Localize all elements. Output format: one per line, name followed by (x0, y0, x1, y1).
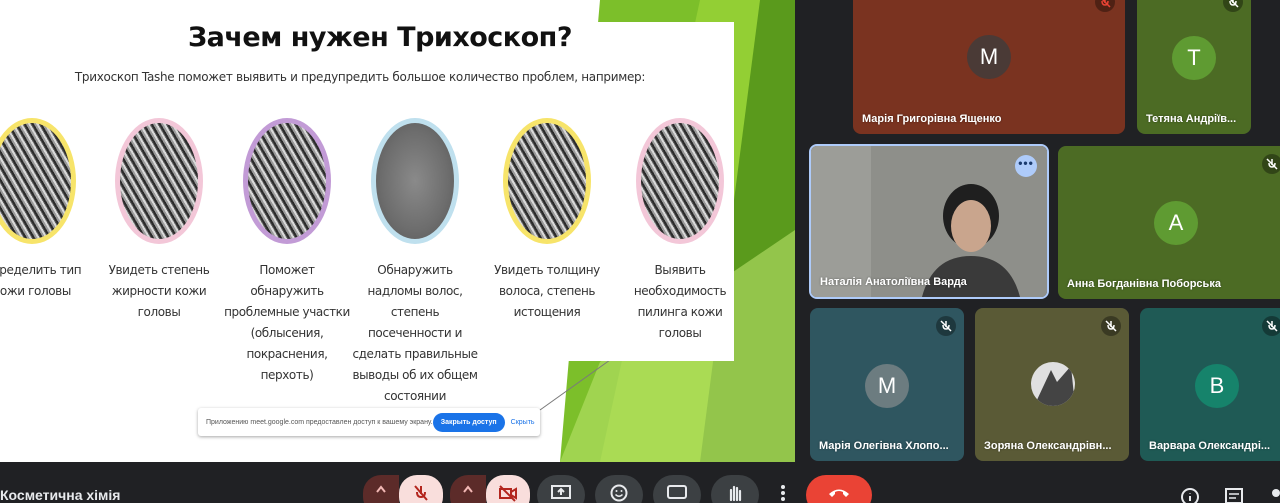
feature-item: Обнаружить надломы волос, степень посече… (350, 118, 480, 407)
trichoscope-image (636, 118, 724, 244)
participant-tile[interactable]: А Анна Богданівна Поборська (1058, 146, 1280, 299)
microphone-toggle-button[interactable] (399, 475, 443, 503)
feature-caption: Увидеть толщину волоса, степень истощени… (494, 263, 600, 319)
captions-button[interactable] (653, 475, 701, 503)
trichoscope-image (503, 118, 591, 244)
avatar: Т (1172, 36, 1216, 80)
feature-caption: Определить тип кожи головы (0, 263, 82, 298)
trichoscope-image (0, 118, 76, 244)
feature-caption: Увидеть степень жирности кожи головы (108, 263, 210, 319)
reactions-button[interactable] (595, 475, 643, 503)
participant-tile[interactable]: М Марія Григорівна Ященко (853, 0, 1125, 134)
present-screen-button[interactable] (537, 475, 585, 503)
chat-icon[interactable] (1224, 487, 1244, 503)
participant-tile[interactable]: Зоряна Олександрівн... (975, 308, 1129, 461)
participant-name: Варвара Олександрі... (1149, 440, 1271, 452)
hang-up-icon (829, 489, 849, 497)
trichoscope-image (243, 118, 331, 244)
participant-name: Наталія Анатоліївна Варда (820, 276, 967, 288)
mic-off-icon (1262, 154, 1280, 174)
hide-notification-link[interactable]: Скрыть (511, 419, 535, 426)
avatar: В (1195, 364, 1239, 408)
shared-screen: Зачем нужен Трихоскоп? Трихоскоп Tashe п… (0, 0, 795, 462)
captions-icon (667, 485, 687, 499)
feature-item: Увидеть толщину волоса, степень истощени… (482, 118, 612, 323)
audio-options-button[interactable] (363, 475, 399, 503)
participant-tile-active-speaker[interactable]: ••• Наталія Анатоліївна Варда (809, 144, 1049, 299)
camera-off-icon (499, 485, 517, 502)
participant-tile[interactable]: Т Тетяна Андріїв... (1137, 0, 1251, 134)
participant-name: Тетяна Андріїв... (1146, 113, 1237, 125)
participant-tile[interactable]: В Варвара Олександрі... (1140, 308, 1280, 461)
chevron-up-icon (463, 485, 473, 493)
avatar-photo (1031, 362, 1075, 406)
meet-window: Зачем нужен Трихоскоп? Трихоскоп Tashe п… (0, 0, 1280, 503)
mic-off-icon (1101, 316, 1121, 336)
mic-off-icon (1262, 316, 1280, 336)
feature-item: Увидеть степень жирности кожи головы (94, 118, 224, 323)
slide-subtitle: Трихоскоп Tashe поможет выявить и предуп… (74, 70, 646, 84)
hand-icon (729, 485, 742, 502)
feature-item: Поможет обнаружить проблемные участки (о… (222, 118, 352, 386)
notification-text: Приложению meet.google.com предоставлен … (206, 418, 433, 426)
leave-call-button[interactable] (806, 475, 872, 503)
mic-off-icon (936, 316, 956, 336)
raise-hand-button[interactable] (711, 475, 759, 503)
participant-tile[interactable]: М Марія Олегівна Хлопо... (810, 308, 964, 461)
camera-toggle-button[interactable] (486, 475, 530, 503)
feature-caption: Обнаружить надломы волос, степень посече… (352, 263, 478, 403)
mic-off-icon (414, 485, 428, 501)
trichoscope-image (115, 118, 203, 244)
present-icon (551, 485, 571, 499)
slide-title: Зачем нужен Трихоскоп? (187, 22, 573, 53)
trichoscope-image (371, 118, 459, 244)
participant-name: Марія Григорівна Ященко (862, 113, 1002, 125)
feature-caption: Поможет обнаружить проблемные участки (о… (224, 263, 350, 382)
screen-share-notification: Приложению meet.google.com предоставлен … (198, 408, 540, 436)
chevron-up-icon (376, 485, 386, 493)
people-icon[interactable] (1266, 487, 1280, 503)
emoji-icon (610, 484, 628, 502)
more-options-icon[interactable]: ••• (1015, 155, 1037, 177)
participant-name: Марія Олегівна Хлопо... (819, 440, 949, 452)
more-vertical-icon (781, 485, 785, 501)
avatar: А (1154, 201, 1198, 245)
avatar: М (967, 35, 1011, 79)
video-options-button[interactable] (450, 475, 486, 503)
presentation-slide: Зачем нужен Трихоскоп? Трихоскоп Tashe п… (0, 22, 734, 403)
avatar: М (865, 364, 909, 408)
more-options-button[interactable] (769, 475, 797, 503)
feature-item: Определить тип кожи головы (0, 118, 97, 302)
meeting-title: Косметична хімія (0, 487, 121, 503)
feature-caption: Выявить необходимость пилинга кожи голов… (633, 263, 727, 340)
participant-name: Зоряна Олександрівн... (984, 440, 1112, 452)
feature-item: Выявить необходимость пилинга кожи голов… (615, 118, 745, 344)
participant-name: Анна Богданівна Поборська (1067, 278, 1221, 290)
stop-sharing-button[interactable]: Закрыть доступ (432, 412, 505, 432)
meeting-details-icon[interactable] (1180, 487, 1200, 503)
